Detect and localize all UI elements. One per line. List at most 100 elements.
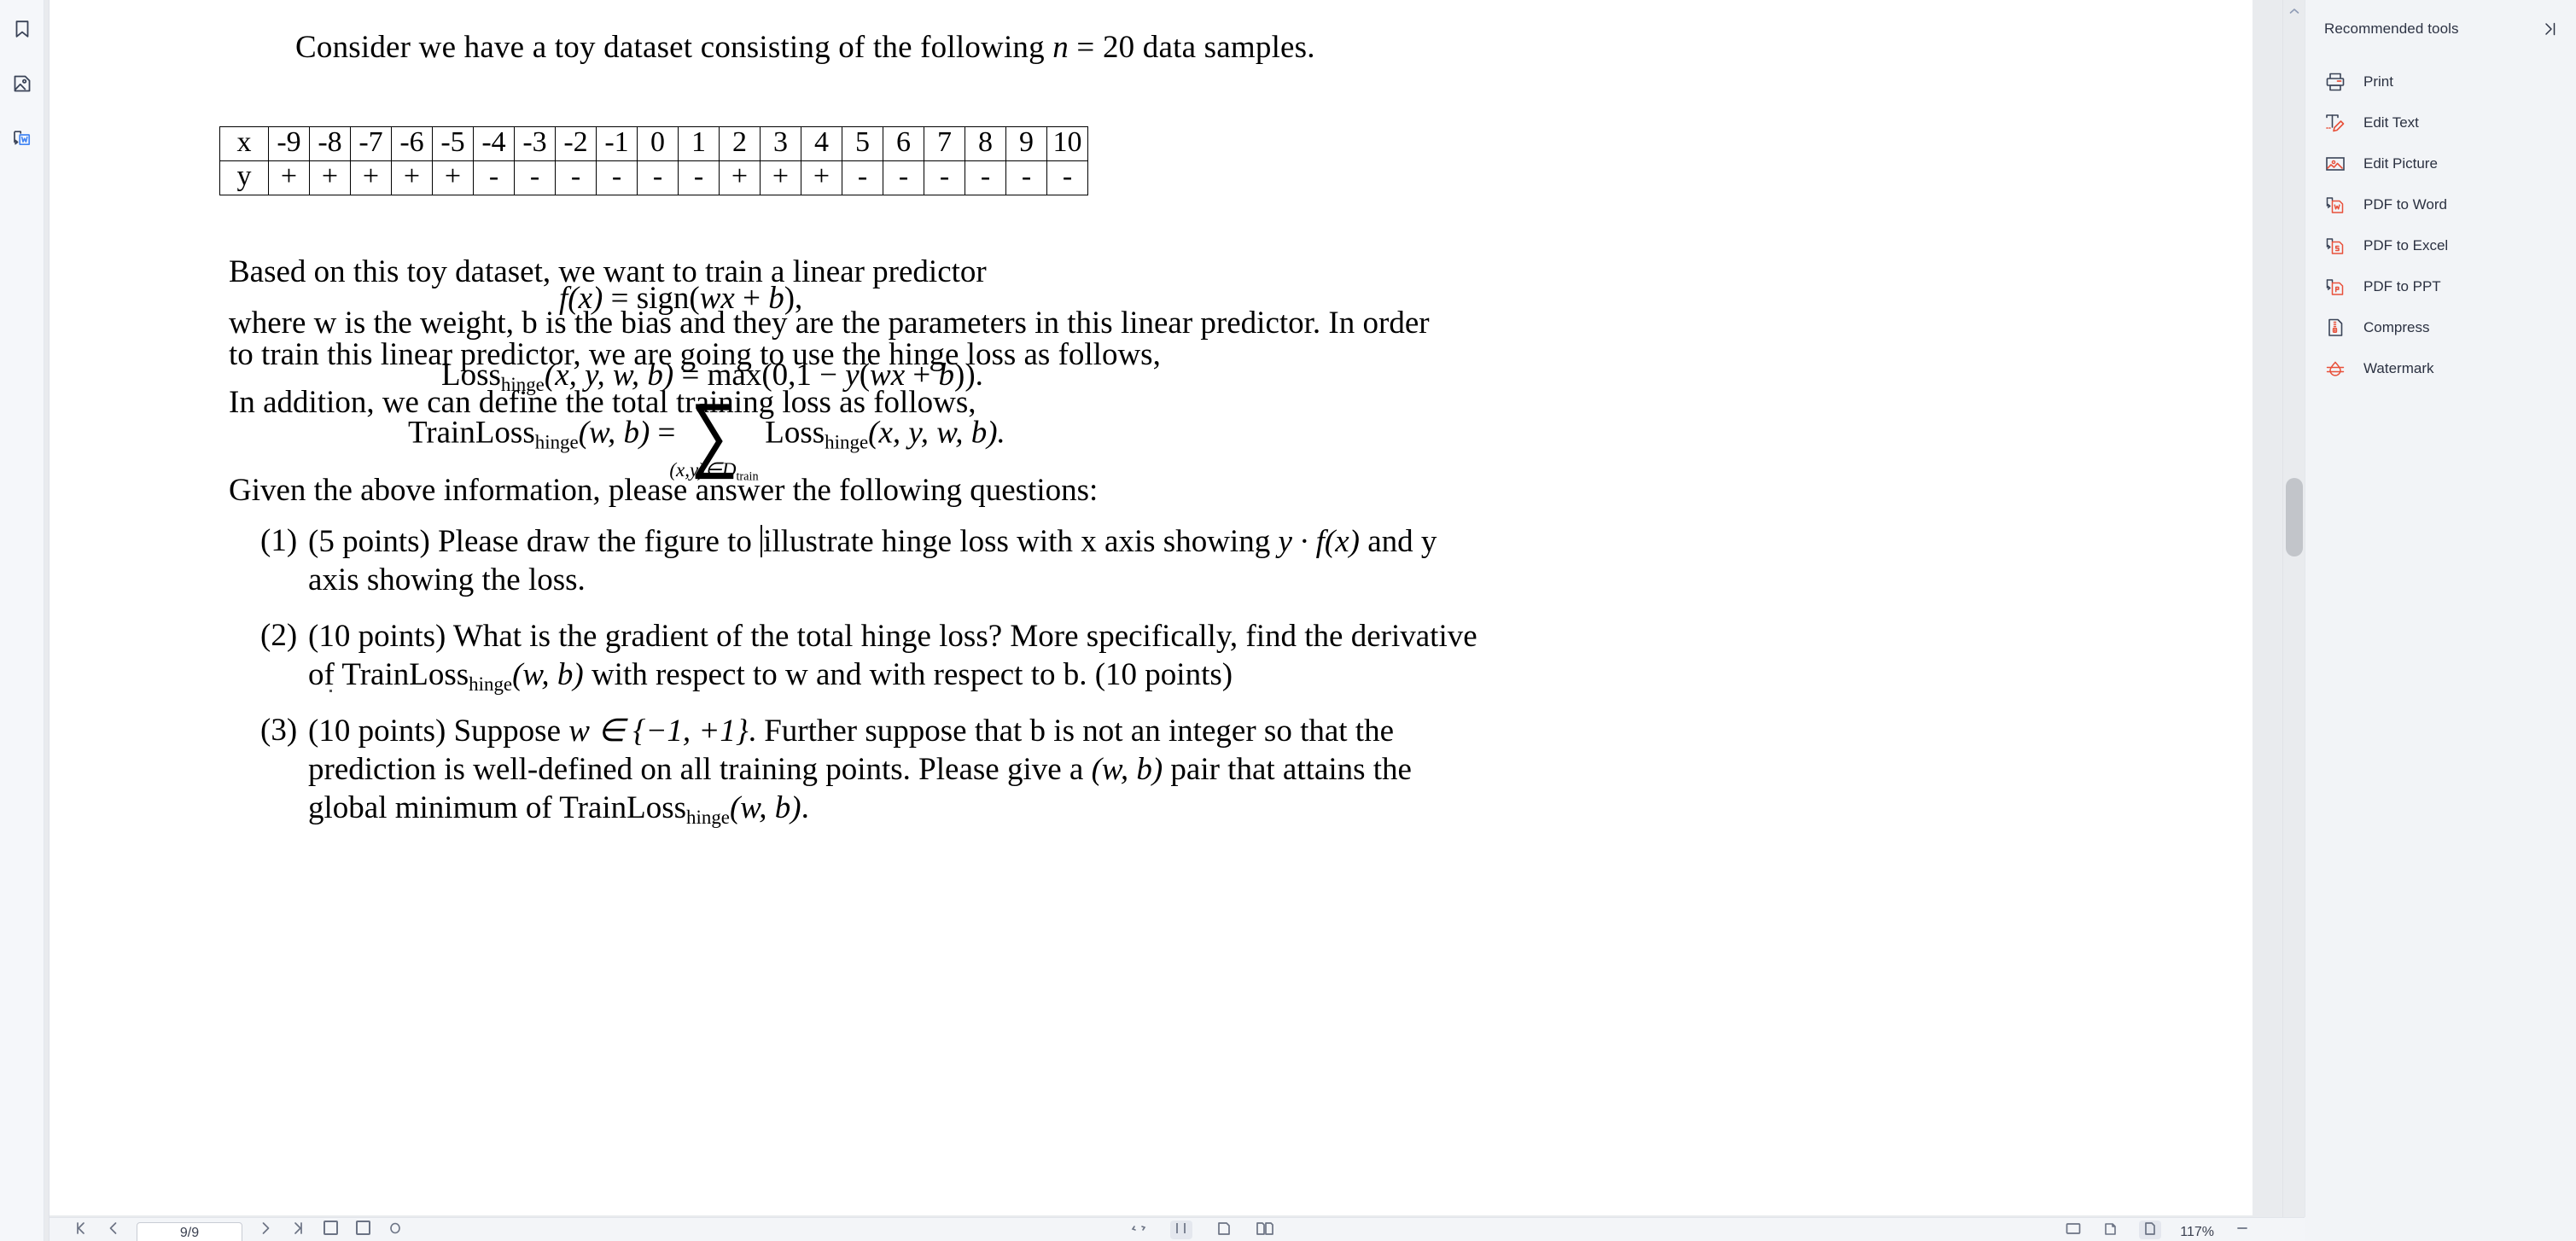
eq-sumterm-name: Loss — [765, 415, 825, 451]
page-number-input[interactable]: 9/9 — [137, 1221, 242, 1241]
tool-item-print[interactable]: Print — [2305, 61, 2576, 102]
scrollbar-corner — [2305, 1217, 2576, 1241]
table-cell-y-17: - — [965, 160, 1006, 195]
q2-l2-math: (w, b) — [512, 657, 584, 693]
hand-tool-icon[interactable] — [386, 1221, 405, 1239]
table-cell-y-5: - — [473, 160, 515, 195]
zoom-level-label[interactable]: 117% — [2180, 1225, 2214, 1240]
tool-item-label: Edit Picture — [2363, 155, 2438, 172]
eq-train-name: TrainLoss — [408, 415, 535, 451]
table-row-x: x -9 -8 -7 -6 -5 -4 -3 -2 -1 0 1 2 3 4 5 6 7 8 9 10 — [219, 126, 1088, 161]
sidebar-item-thumbnails[interactable] — [7, 70, 38, 101]
compress-icon — [2324, 317, 2346, 339]
q1-l1-math: y · f(x) — [1278, 524, 1360, 559]
table-cell-x-15: 6 — [883, 126, 924, 161]
fit-page-icon[interactable] — [2101, 1221, 2120, 1239]
table-cell-y-19: - — [1046, 160, 1088, 195]
tool-item-pdf-to-ppt[interactable]: PDF to PPT — [2305, 266, 2576, 307]
snapshot-tool-icon[interactable] — [353, 1220, 372, 1239]
table-cell-x-5: -4 — [473, 126, 515, 161]
actual-size-icon[interactable] — [2139, 1220, 2162, 1239]
table-cell-y-4: + — [432, 160, 474, 195]
two-page-view-icon[interactable] — [1256, 1221, 1274, 1239]
single-page-view-icon[interactable] — [1170, 1220, 1192, 1239]
table-cell-y-15: - — [883, 160, 924, 195]
table-cell-y-10: - — [678, 160, 720, 195]
table-cell-x-13: 4 — [801, 126, 842, 161]
tool-item-pdf-to-word[interactable]: PDF to Word — [2305, 184, 2576, 225]
title-text-before: Consider we have a toy dataset consistin… — [295, 30, 1053, 65]
table-cell-x-2: -7 — [350, 126, 392, 161]
vertical-scrollbar[interactable] — [2282, 0, 2305, 1241]
table-cell-x-0: -9 — [268, 126, 310, 161]
table-cell-y-7: - — [555, 160, 597, 195]
eq-train-sub: hinge — [534, 431, 579, 453]
question-number-1: (1) — [260, 523, 298, 558]
previous-page-icon[interactable] — [104, 1221, 123, 1239]
title-text-after: = 20 data samples. — [1068, 30, 1315, 65]
question-text-1: (5 points) Please draw the figure to ill… — [308, 522, 1437, 599]
question-1-line-2: axis showing the loss. — [308, 562, 586, 598]
sidebar-item-convert-word[interactable] — [7, 125, 38, 155]
tool-item-edit-picture[interactable]: Edit Picture — [2305, 143, 2576, 184]
table-row-y: y + + + + + - - - - - - + + + - - - - - - — [219, 160, 1088, 195]
eq-train-args: (w, b) — [578, 415, 650, 451]
q3-l1-tail: . Further suppose that b is not an integ… — [748, 714, 1395, 749]
table-cell-y-13: + — [801, 160, 842, 195]
table-cell-x-19: 10 — [1046, 126, 1088, 161]
tool-item-edit-text[interactable]: Edit Text — [2305, 102, 2576, 143]
text-cursor — [761, 525, 763, 557]
q2-l2-sub: hinge — [469, 673, 513, 695]
collapse-right-icon[interactable] — [2542, 20, 2559, 38]
pdf-page[interactable]: Consider we have a toy dataset consistin… — [50, 0, 2253, 1217]
q3-l3-tail: . — [801, 790, 809, 826]
question-number-3: (3) — [260, 713, 298, 748]
question-2-line-2: of TrainLosshinge(w, b) with respect to … — [308, 655, 1477, 696]
document-viewport[interactable]: Consider we have a toy dataset consistin… — [50, 0, 2305, 1241]
fit-width-icon[interactable] — [2064, 1221, 2083, 1239]
last-page-icon[interactable] — [288, 1221, 307, 1239]
q1-l1-pre: (5 points) Please draw the figure to — [308, 524, 761, 559]
watermark-icon — [2324, 358, 2346, 380]
tool-item-pdf-to-excel[interactable]: PDF to Excel — [2305, 225, 2576, 266]
continuous-page-view-icon[interactable] — [1215, 1221, 1233, 1239]
tool-item-compress[interactable]: Compress — [2305, 307, 2576, 348]
tool-item-watermark[interactable]: Watermark — [2305, 348, 2576, 389]
bottom-toolbar: 9/9 117% — [50, 1217, 2305, 1241]
page-navigation-group: 9/9 — [50, 1218, 405, 1241]
q3-l3-pre: global minimum of TrainLoss — [308, 790, 687, 826]
tools-panel-title: Recommended tools — [2324, 20, 2459, 37]
table-header-y: y — [219, 160, 269, 195]
dataset-table: x -9 -8 -7 -6 -5 -4 -3 -2 -1 0 1 2 3 4 5 6 7 8 9 10 y + + + + + - -… — [219, 126, 1088, 195]
scroll-up-arrow-icon[interactable] — [2283, 0, 2305, 22]
recommended-tools-panel: Recommended tools Print Edit Text Edit Pic… — [2305, 0, 2576, 1241]
printer-icon — [2324, 71, 2346, 93]
pdf-to-word-icon — [2324, 194, 2346, 216]
summation-icon: ∑ — [690, 385, 738, 482]
question-3-line-1: (10 points) Suppose w ∈ {−1, +1}. Furthe… — [308, 712, 1412, 750]
title-var-n: n — [1052, 30, 1069, 65]
q1-l1-tail: and y — [1359, 524, 1437, 559]
select-tool-icon[interactable] — [321, 1220, 340, 1239]
eq-sumterm-args: (x, y, w, b). — [868, 415, 1005, 451]
table-cell-y-8: - — [596, 160, 638, 195]
question-text-2: (10 points) What is the gradient of the … — [308, 617, 1477, 696]
zoom-out-icon[interactable] — [2233, 1221, 2252, 1239]
thumbnail-icon — [12, 73, 32, 98]
table-cell-x-7: -2 — [555, 126, 597, 161]
next-page-icon[interactable] — [256, 1221, 275, 1239]
table-header-x: x — [219, 126, 269, 161]
rotate-icon[interactable] — [1129, 1221, 1148, 1239]
first-page-icon[interactable] — [72, 1221, 90, 1239]
table-cell-x-1: -8 — [309, 126, 351, 161]
table-cell-x-16: 7 — [924, 126, 965, 161]
sidebar-item-bookmark[interactable] — [7, 15, 38, 46]
left-sidebar — [0, 0, 44, 1241]
question-3-line-2: prediction is well-defined on all traini… — [308, 750, 1412, 789]
edit-picture-icon — [2324, 153, 2346, 175]
bookmark-icon — [12, 19, 32, 44]
eq-train-equals: = — [650, 415, 684, 451]
q1-l1-post: illustrate hinge loss with x axis showin… — [763, 524, 1279, 559]
table-cell-x-6: -3 — [514, 126, 556, 161]
scrollbar-thumb[interactable] — [2286, 478, 2303, 556]
